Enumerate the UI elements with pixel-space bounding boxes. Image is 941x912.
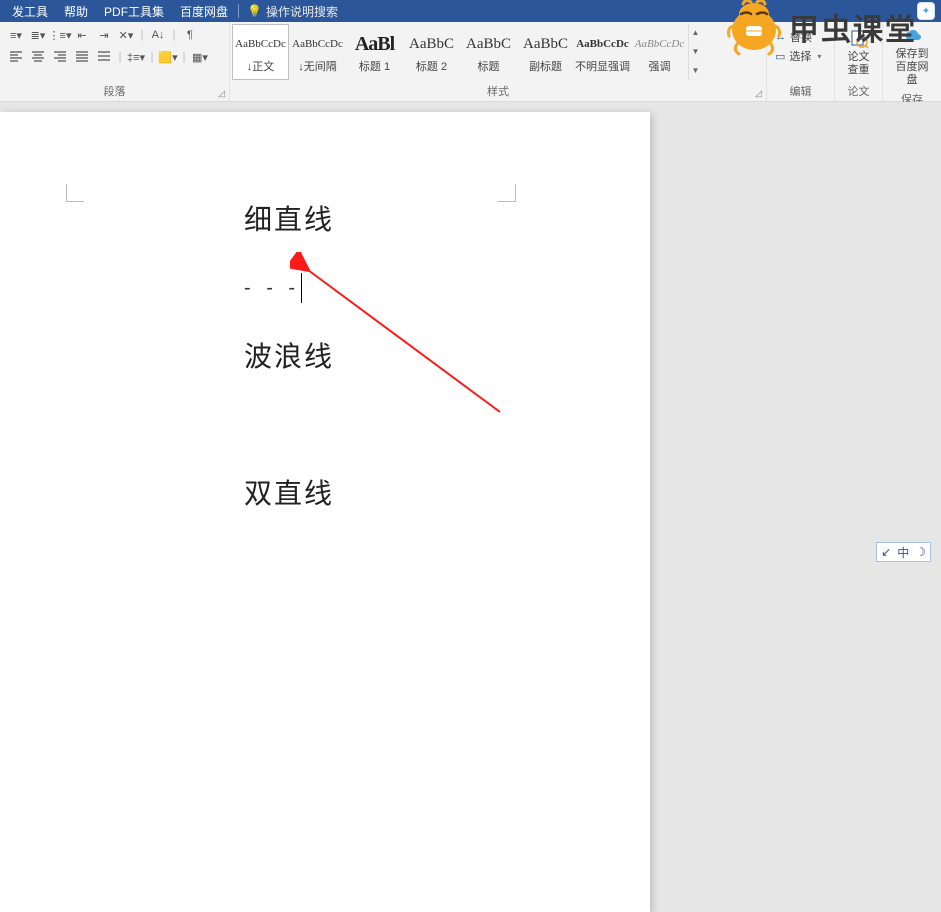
margin-corner-tl — [66, 184, 84, 202]
numbering-button[interactable]: ≣▾ — [28, 26, 48, 44]
paragraph-separator-2: | — [170, 26, 178, 44]
tell-me-search[interactable]: 操作说明搜索 — [266, 3, 338, 20]
edit-group-label: 编辑 — [767, 83, 834, 101]
style-emphasis[interactable]: AaBbCcDc 强调 — [631, 24, 688, 80]
ime-lang-button[interactable]: 中 — [897, 544, 909, 561]
tab-dev-tools[interactable]: 发工具 — [4, 3, 56, 20]
thesis-group-label: 论文 — [835, 83, 882, 101]
workspace: 细直线 - - - 波浪线 双直线 ↙ 中 ☽ — [0, 102, 941, 590]
watermark-logo: 甲虫课堂 ✦ — [723, 0, 935, 58]
margin-corner-tr — [498, 184, 516, 202]
ime-moon-icon[interactable]: ☽ — [915, 545, 926, 559]
paragraph-separator-3: | — [116, 48, 124, 66]
align-center-button[interactable] — [28, 48, 48, 66]
increase-indent-button[interactable]: ⇥ — [94, 26, 114, 44]
paragraph-launcher-icon[interactable]: ◿ — [218, 88, 225, 99]
ime-toolbar[interactable]: ↙ 中 ☽ — [876, 542, 931, 562]
watermark-badge-icon: ✦ — [917, 2, 935, 20]
gallery-up-icon[interactable]: ▲ — [689, 24, 702, 43]
ribbon-group-styles: AaBbCcDc ↓正文 AaBbCcDc ↓无间隔 AaBl 标题 1 AaB… — [230, 22, 767, 101]
paragraph-separator-5: | — [180, 48, 188, 66]
watermark-text: 甲虫课堂 — [789, 5, 917, 49]
style-title[interactable]: AaBbC 标题 — [460, 24, 517, 80]
multilevel-list-button[interactable]: ⋮≡▾ — [50, 26, 70, 44]
paragraph-separator: | — [138, 26, 146, 44]
align-right-button[interactable] — [50, 48, 70, 66]
document-body[interactable]: 细直线 - - - 波浪线 双直线 — [244, 200, 334, 514]
beetle-icon — [723, 0, 785, 58]
shading-button[interactable]: 🟨▾ — [158, 48, 178, 66]
lightbulb-icon: 💡 — [247, 4, 262, 18]
tab-pdf-tools[interactable]: PDF工具集 — [96, 3, 172, 20]
decrease-indent-button[interactable]: ⇤ — [72, 26, 92, 44]
menubar-separator — [238, 4, 239, 18]
paragraph-separator-4: | — [148, 48, 156, 66]
gallery-down-icon[interactable]: ▼ — [689, 43, 702, 62]
style-subtle-emphasis[interactable]: AaBbCcDc 不明显强调 — [574, 24, 631, 80]
tab-baidu-netdisk[interactable]: 百度网盘 — [172, 3, 236, 20]
gallery-more-icon[interactable]: ▼ — [689, 61, 702, 80]
ime-collapse-icon[interactable]: ↙ — [881, 545, 891, 559]
styles-gallery[interactable]: AaBbCcDc ↓正文 AaBbCcDc ↓无间隔 AaBl 标题 1 AaB… — [232, 24, 702, 80]
tab-help[interactable]: 帮助 — [56, 3, 96, 20]
line-spacing-button[interactable]: ‡≡▾ — [126, 48, 146, 66]
doc-line-double[interactable]: 双直线 — [244, 474, 334, 513]
doc-line-thin[interactable]: 细直线 — [244, 200, 334, 239]
bullets-button[interactable]: ≡▾ — [6, 26, 26, 44]
style-normal[interactable]: AaBbCcDc ↓正文 — [232, 24, 289, 80]
style-heading2[interactable]: AaBbC 标题 2 — [403, 24, 460, 80]
styles-launcher-icon[interactable]: ◿ — [755, 88, 762, 99]
chinese-layout-button[interactable]: ✕▾ — [116, 26, 136, 44]
doc-line-dashes[interactable]: - - - — [244, 273, 334, 303]
styles-gallery-scroll[interactable]: ▲ ▼ ▼ — [688, 24, 702, 80]
paragraph-group-label: 段落 ◿ — [0, 83, 229, 101]
distribute-button[interactable] — [94, 48, 114, 66]
document-page[interactable]: 细直线 - - - 波浪线 双直线 — [0, 112, 650, 912]
borders-button[interactable]: ▦▾ — [190, 48, 210, 66]
style-heading1[interactable]: AaBl 标题 1 — [346, 24, 403, 80]
style-subtitle[interactable]: AaBbC 副标题 — [517, 24, 574, 80]
styles-group-label: 样式 ◿ — [230, 83, 766, 101]
show-marks-button[interactable]: ¶ — [180, 26, 200, 44]
align-left-button[interactable] — [6, 48, 26, 66]
align-justify-button[interactable] — [72, 48, 92, 66]
text-cursor — [301, 273, 302, 303]
doc-line-wave[interactable]: 波浪线 — [244, 337, 334, 376]
paragraph-button-grid: ≡▾ ≣▾ ⋮≡▾ ⇤ ⇥ ✕▾ | A↓ | ¶ — [6, 26, 210, 66]
ribbon-group-paragraph: ≡▾ ≣▾ ⋮≡▾ ⇤ ⇥ ✕▾ | A↓ | ¶ — [0, 22, 230, 101]
sort-button[interactable]: A↓ — [148, 26, 168, 44]
style-no-spacing[interactable]: AaBbCcDc ↓无间隔 — [289, 24, 346, 80]
